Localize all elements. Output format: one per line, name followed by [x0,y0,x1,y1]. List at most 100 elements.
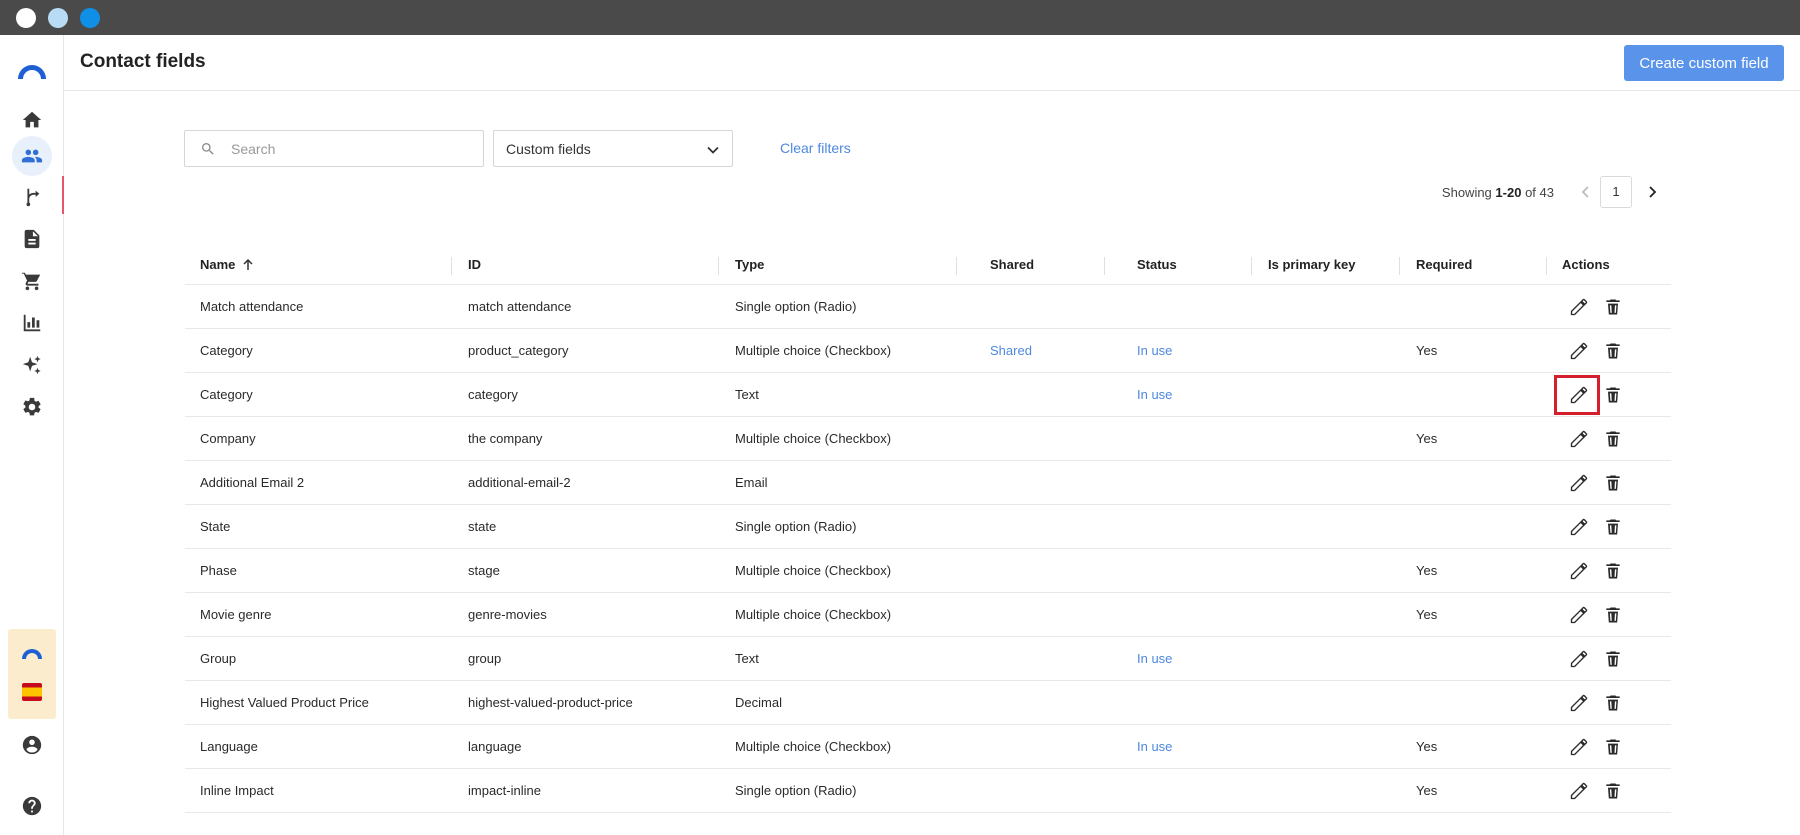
sidebar-item-profile[interactable] [12,725,52,765]
pencil-icon [1570,518,1588,536]
column-header-status[interactable]: Status [1137,245,1177,284]
sidebar-item-automations[interactable] [12,177,52,217]
cell-type: Email [735,475,768,490]
pencil-icon [1570,782,1588,800]
cell-status[interactable]: In use [1137,637,1172,680]
delete-field-button[interactable] [1601,779,1625,803]
edit-field-button[interactable] [1567,559,1591,583]
sidebar-item-contacts[interactable] [12,136,52,176]
spain-flag-icon [22,683,42,701]
pencil-icon [1570,474,1588,492]
column-header-name-label: Name [200,257,236,272]
table-row: Movie genre genre-movies Multiple choice (… [185,593,1671,637]
cell-type: Multiple choice (Checkbox) [735,431,892,446]
delete-field-button[interactable] [1601,295,1625,319]
table-row: Additional Email 2 additional-email-2 Emai… [185,461,1671,505]
brand-logo[interactable] [12,51,52,91]
delete-field-button[interactable] [1601,735,1625,759]
chevron-right-icon[interactable] [1644,184,1660,200]
delete-field-button[interactable] [1601,383,1625,407]
sidebar-item-home[interactable] [12,100,52,140]
sidebar-item-help[interactable] [12,786,52,826]
edit-field-button[interactable] [1567,471,1591,495]
column-header-primary-key[interactable]: Is primary key [1268,245,1355,284]
account-switcher[interactable] [8,629,56,719]
cell-required: Yes [1416,739,1438,754]
delete-field-button[interactable] [1601,691,1625,715]
trash-icon [1606,387,1620,403]
cell-name: Inline Impact [200,783,274,798]
column-header-id[interactable]: ID [468,245,481,284]
cell-name: Highest Valued Product Price [200,695,369,710]
sidebar-item-documents[interactable] [12,219,52,259]
edit-field-button[interactable] [1567,735,1591,759]
pencil-icon [1570,562,1588,580]
sidebar-item-ecommerce[interactable] [12,261,52,301]
cell-id: group [468,651,502,666]
trash-icon [1606,651,1620,667]
cell-name: Additional Email 2 [200,475,305,490]
delete-field-button[interactable] [1601,603,1625,627]
delete-field-button[interactable] [1601,471,1625,495]
chevron-left-icon[interactable] [1578,184,1594,200]
sort-ascending-icon[interactable] [241,258,255,272]
help-icon [22,796,42,816]
trash-icon [1606,343,1620,359]
delete-field-button[interactable] [1601,427,1625,451]
trash-icon [1606,695,1620,711]
cell-type: Single option (Radio) [735,519,857,534]
edit-field-button[interactable] [1567,339,1591,363]
column-header-shared[interactable]: Shared [990,245,1034,284]
column-header-name[interactable]: Name [200,245,255,284]
cell-status[interactable]: In use [1137,329,1172,372]
search-input[interactable] [231,139,471,159]
cell-id: genre-movies [468,607,547,622]
cell-status[interactable]: In use [1137,725,1172,768]
sidebar-item-reports[interactable] [12,303,52,343]
delete-field-button[interactable] [1601,647,1625,671]
window-maximize-icon[interactable] [80,8,100,28]
cell-type: Multiple choice (Checkbox) [735,739,892,754]
delete-field-button[interactable] [1601,559,1625,583]
cell-id: highest-valued-product-price [468,695,633,710]
create-custom-field-button[interactable]: Create custom field [1624,45,1784,81]
cell-status[interactable]: In use [1137,373,1172,416]
edit-field-button[interactable] [1567,691,1591,715]
sidebar-item-settings[interactable] [12,387,52,427]
sparkle-icon [22,355,41,375]
current-page[interactable]: 1 [1600,176,1632,208]
cell-shared[interactable]: Shared [990,329,1032,372]
field-type-select[interactable]: Custom fields [493,130,733,167]
edit-field-button[interactable] [1567,603,1591,627]
pencil-icon [1570,342,1588,360]
cell-id: the company [468,431,543,446]
pencil-icon [1570,298,1588,316]
delete-field-button[interactable] [1601,515,1625,539]
edit-field-button[interactable] [1567,427,1591,451]
automation-icon [26,188,40,207]
window-close-icon[interactable] [16,8,36,28]
delete-field-button[interactable] [1601,339,1625,363]
column-header-type[interactable]: Type [735,245,764,284]
cell-type: Multiple choice (Checkbox) [735,563,892,578]
sidebar-item-ai[interactable] [12,345,52,385]
window-minimize-icon[interactable] [48,8,68,28]
edit-field-button[interactable] [1567,295,1591,319]
table-row: Category product_category Multiple choice … [185,329,1671,373]
trash-icon [1606,299,1620,315]
edit-field-button[interactable] [1567,779,1591,803]
table-row: Match attendance match attendance Single o… [185,285,1671,329]
trash-icon [1606,519,1620,535]
column-header-required[interactable]: Required [1416,245,1472,284]
table-row: Highest Valued Product Price highest-valu… [185,681,1671,725]
clear-filters-link[interactable]: Clear filters [780,140,851,156]
edit-field-button[interactable] [1567,647,1591,671]
trash-icon [1606,431,1620,447]
pagination-showing-label: Showing [1441,185,1492,200]
window-titlebar [0,0,1800,35]
edit-field-button[interactable] [1567,515,1591,539]
cell-id: stage [468,563,500,578]
account-logo-icon [22,649,42,659]
home-icon [22,111,42,128]
chart-icon [23,314,41,332]
